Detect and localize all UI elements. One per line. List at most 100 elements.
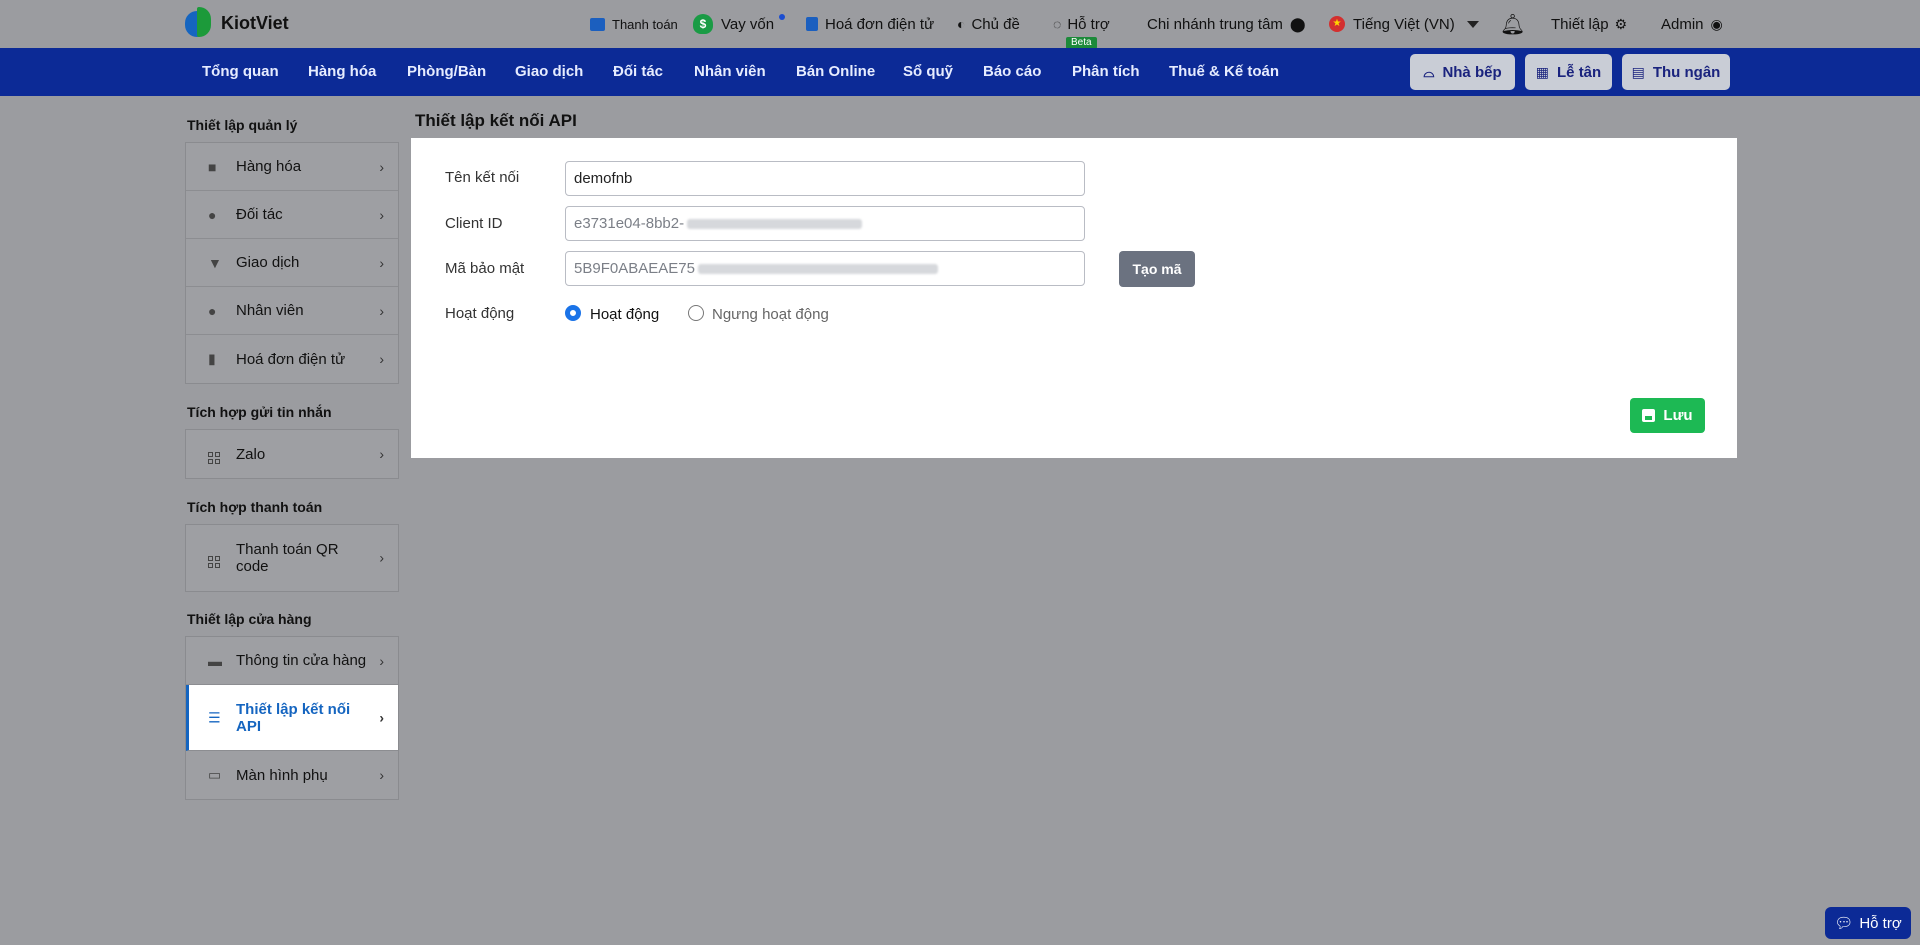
loan-label: Vay vốn — [721, 15, 775, 33]
section-title-messaging: Tích hợp gửi tin nhắn — [187, 404, 332, 420]
nav-products[interactable]: Hàng hóa — [308, 48, 376, 96]
sidebar-item-partners[interactable]: ● Đối tác › — [186, 191, 398, 239]
palette-icon: ◐ — [957, 16, 966, 32]
chevron-right-icon: › — [379, 302, 384, 319]
reception-label: Lễ tân — [1557, 63, 1602, 81]
nav-cashbook[interactable]: Sổ quỹ — [903, 48, 953, 96]
sidebar-item-label: Hàng hóa — [236, 158, 302, 175]
einvoice-link[interactable]: Hoá đơn điện tử — [806, 0, 934, 48]
reception-button[interactable]: ▦ Lễ tân — [1525, 54, 1612, 90]
employee-icon: ● — [208, 302, 217, 319]
cashier-button[interactable]: ▤ Thu ngân — [1622, 54, 1730, 90]
connection-name-input[interactable]: demofnb — [565, 161, 1085, 196]
nav-overview[interactable]: Tổng quan — [202, 48, 279, 96]
theme-label: Chủ đề — [971, 15, 1020, 33]
connection-name-label: Tên kết nối — [445, 169, 520, 186]
status-inactive-label[interactable]: Ngưng hoạt động — [712, 306, 829, 323]
sidebar-item-label: Zalo — [236, 445, 266, 463]
nav-rooms-tables[interactable]: Phòng/Bàn — [407, 48, 486, 96]
location-pin-icon: ⬤ — [1289, 15, 1306, 32]
payment-label: Thanh toán — [612, 16, 678, 32]
sidebar-item-qr-payment[interactable]: Thanh toán QR code › — [186, 525, 398, 591]
logo-icon — [185, 7, 215, 39]
grid-icon — [208, 444, 220, 464]
nav-transactions[interactable]: Giao dịch — [515, 48, 583, 96]
branch-label: Chi nhánh trung tâm — [1147, 15, 1283, 33]
receipt-icon: ▤ — [1631, 63, 1645, 80]
vietnam-flag-icon: ★ — [1329, 16, 1345, 32]
money-bag-icon: $ — [693, 14, 713, 34]
section-title-payment: Tích hợp thanh toán — [187, 499, 323, 515]
cashier-label: Thu ngân — [1652, 63, 1721, 81]
status-active-label[interactable]: Hoạt động — [590, 306, 659, 323]
monitor-icon: ▭ — [208, 766, 222, 783]
nav-partners[interactable]: Đối tác — [613, 48, 663, 96]
client-id-input[interactable]: e3731e04-8bb2- — [565, 206, 1085, 241]
notifications-bell-icon[interactable]: 🔔︎ — [1500, 0, 1525, 48]
loan-link[interactable]: $ Vay vốn — [693, 0, 774, 48]
settings-menu[interactable]: Thiết lập ⚙ — [1551, 0, 1633, 48]
status-active-radio[interactable] — [565, 305, 581, 321]
user-menu[interactable]: Admin ◉ — [1661, 0, 1729, 48]
box-icon: ■ — [208, 158, 217, 175]
sidebar-item-store-info[interactable]: ▬ Thông tin cửa hàng › — [186, 637, 398, 685]
generate-secret-button[interactable]: Tạo mã — [1119, 251, 1195, 287]
client-id-label: Client ID — [445, 215, 503, 232]
cart-icon: ▼ — [208, 254, 222, 271]
sidebar-item-einvoice[interactable]: ▮ Hoá đơn điện tử › — [186, 335, 398, 383]
payment-link[interactable]: Thanh toán — [590, 0, 678, 48]
chevron-right-icon: › — [379, 158, 384, 175]
management-menu: ■ Hàng hóa › ● Đối tác › ▼ Giao dịch › ●… — [185, 142, 399, 384]
save-label: Lưu — [1663, 407, 1693, 424]
einvoice-label: Hoá đơn điện tử — [825, 15, 935, 33]
sidebar-item-transactions[interactable]: ▼ Giao dịch › — [186, 239, 398, 287]
sidebar-item-employees[interactable]: ● Nhân viên › — [186, 287, 398, 335]
nav-employees[interactable]: Nhân viên — [694, 48, 766, 96]
sidebar-item-label: Thông tin cửa hàng — [236, 652, 367, 669]
secret-input[interactable]: 5B9F0ABAEAE75 — [565, 251, 1085, 286]
nav-online-sales[interactable]: Bán Online — [796, 48, 875, 96]
caret-down-icon — [1466, 20, 1479, 28]
sliders-icon: ☰ — [208, 709, 221, 725]
theme-link[interactable]: ◐ Chủ đề — [957, 0, 1020, 48]
chevron-right-icon: › — [379, 254, 384, 271]
nav-tax-accounting[interactable]: Thuế & Kế toán — [1169, 48, 1279, 96]
sidebar-item-label: Nhân viên — [236, 302, 304, 319]
kitchen-button[interactable]: ⌓ Nhà bếp — [1410, 54, 1515, 90]
language-selector[interactable]: ★ Tiếng Việt (VN) — [1329, 0, 1479, 48]
client-id-value: e3731e04-8bb2- — [574, 215, 685, 232]
sidebar-item-label: Đối tác — [236, 206, 283, 223]
sidebar-item-label: Màn hình phụ — [236, 766, 328, 784]
chevron-right-icon: › — [379, 709, 384, 725]
secret-value: 5B9F0ABAEAE75 — [574, 260, 695, 277]
status-inactive-radio[interactable] — [688, 305, 704, 321]
cloche-icon: ⌓ — [1423, 63, 1435, 80]
status-label: Hoạt động — [445, 305, 515, 322]
chevron-right-icon: › — [379, 549, 384, 566]
person-icon: ● — [208, 206, 217, 223]
page-title: Thiết lập kết nối API — [415, 111, 577, 130]
nav-reports[interactable]: Báo cáo — [983, 48, 1041, 96]
section-title-management: Thiết lập quản lý — [187, 117, 298, 133]
chevron-right-icon: › — [379, 767, 384, 783]
sidebar-item-api-connection[interactable]: ☰ Thiết lập kết nối API › — [186, 685, 398, 751]
chevron-right-icon: › — [379, 351, 384, 367]
floating-support-label: Hỗ trợ — [1859, 914, 1902, 932]
language-label: Tiếng Việt (VN) — [1353, 15, 1455, 33]
brand-name: KiotViet — [221, 12, 289, 33]
kiotviet-logo[interactable]: KiotViet — [185, 7, 289, 39]
user-circle-icon: ◉ — [1710, 15, 1723, 32]
sidebar-item-products[interactable]: ■ Hàng hóa › — [186, 143, 398, 191]
floppy-disk-icon — [1642, 409, 1656, 422]
sidebar-item-secondary-display[interactable]: ▭ Màn hình phụ › — [186, 751, 398, 799]
sidebar-item-zalo[interactable]: Zalo › — [186, 430, 398, 478]
document-icon: ▮ — [208, 350, 216, 367]
invoice-icon — [806, 17, 818, 31]
secret-masked — [697, 263, 938, 274]
branch-selector[interactable]: Chi nhánh trung tâm ⬤ — [1147, 0, 1306, 48]
floating-support-button[interactable]: 💬︎ Hỗ trợ — [1825, 907, 1911, 939]
save-button[interactable]: Lưu — [1630, 398, 1705, 433]
qr-code-icon — [208, 548, 220, 568]
sidebar-item-label: Thiết lập kết nối API — [236, 700, 351, 735]
nav-analytics[interactable]: Phân tích — [1072, 48, 1140, 96]
